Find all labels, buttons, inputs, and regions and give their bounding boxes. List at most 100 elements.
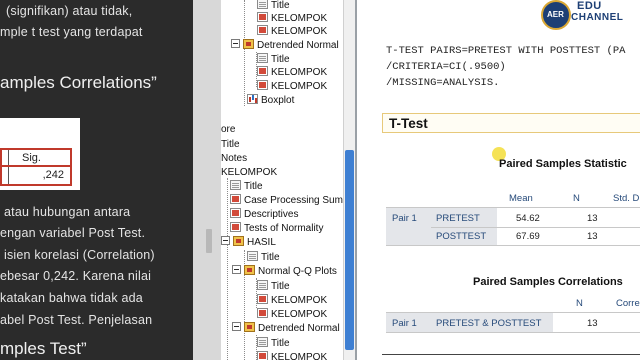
tree-item[interactable]: Detrended Normal [231,39,339,52]
article-text-line: atau hubungan antara [4,205,131,219]
syntax-line: /MISSING=ANALYSIS. [386,77,500,89]
tree-item[interactable]: Title [247,251,280,264]
tree-item[interactable]: KELOMPOK [257,294,327,307]
folder-book-icon [244,265,255,275]
folder-book-icon [233,236,244,246]
tree-item-label: Tests of Normality [244,223,324,234]
splitter-handle[interactable] [206,229,212,253]
table-icon [257,294,268,304]
table-header-row: Sig. [0,148,72,167]
n-value: 13 [587,318,598,329]
tree-item-label: Boxplot [261,95,295,106]
vertical-scrollbar[interactable] [343,0,355,360]
tree-item[interactable]: Case Processing Sum [230,194,343,207]
tree-item[interactable]: Normal Q-Q Plots [232,265,337,278]
table-icon [230,208,241,218]
row-name: PRETEST & POSTTEST [436,318,542,329]
table-icon [257,308,268,318]
article-heading: mples Test” [0,339,87,358]
sig-header: Sig. [22,152,41,164]
tree-item[interactable]: Detrended Normal [232,322,340,335]
tree-item[interactable]: KELOMPOK [257,25,327,38]
tree-item-label: Descriptives [244,209,299,220]
tree-item[interactable]: Title [230,180,263,193]
output-viewer[interactable]: AER EDU CHANNEL T-TEST PAIRS=PRETEST WIT… [355,0,640,360]
article-text-line: katakan bahwa tidak ada [0,291,143,305]
tree-item[interactable]: ore [221,123,235,136]
folder-book-icon [243,39,254,49]
collapse-toggle-icon[interactable] [221,236,230,245]
tree-item-label: KELOMPOK [271,81,328,92]
collapse-toggle-icon[interactable] [231,39,240,48]
tree-item[interactable]: KELOMPOK [221,166,277,179]
edu-channel-logo: AER EDU CHANNEL [541,0,640,30]
table-icon [257,80,268,90]
tree-item[interactable]: Title [257,53,290,66]
row-name: PRETEST [436,213,480,224]
tree-item-label: Title [221,139,240,150]
tree-item-label: Title [271,54,290,65]
tree-item[interactable]: HASIL [221,236,276,249]
article-text-line: ebesar 0,242. Karena nilai [0,269,152,283]
ttest-title: T-Test [389,116,428,131]
n-value: 13 [587,231,598,242]
pair-label: Pair 1 [392,213,417,224]
tree-item[interactable]: Tests of Normality [230,222,323,235]
table-icon [257,25,268,35]
mean-value: 54.62 [516,213,540,224]
tree-item[interactable]: Boxplot [247,94,294,107]
article-text-line: engan variabel Post Test. [0,226,146,240]
folder-book-icon [244,322,255,332]
tree-item[interactable]: KELOMPOK [257,351,327,360]
tree-item[interactable]: KELOMPOK [257,308,327,321]
tree-item[interactable]: Notes [221,152,247,165]
article-table-image: Sig. ,242 [0,118,80,190]
scrollbar-thumb[interactable] [345,150,354,350]
tree-item[interactable]: Descriptives [230,208,298,221]
tree-item-label: KELOMPOK [271,13,328,24]
document-icon [257,53,268,63]
tree-item[interactable]: Title [257,280,290,293]
tree-item-label: Detrended Normal [257,40,339,51]
pane-divider[interactable] [355,0,357,360]
table-icon [230,222,241,232]
tree-item-label: KELOMPOK [271,295,328,306]
col-header-std: Std. D [613,193,640,204]
chart-icon [247,94,258,104]
ttest-heading-box[interactable]: T-Test [382,113,640,133]
syntax-line: T-TEST PAIRS=PRETEST WITH POSTTEST (PA [386,45,626,57]
document-icon [230,180,241,190]
collapse-toggle-icon[interactable] [232,265,241,274]
table-icon [257,66,268,76]
tree-item-label: Title [244,181,263,192]
logo-text: EDU [577,0,602,12]
article-heading: amples Correlations” [0,73,157,92]
tree-item-label: KELOMPOK [271,67,328,78]
article-panel: (signifikan) atau tidak, mple t test yan… [0,0,193,360]
tree-item-label: HASIL [247,237,276,248]
stats-table-title: Paired Samples Statistic [499,158,627,170]
output-outline-tree[interactable]: Title KELOMPOK KELOMPOK Detrended Normal… [221,0,343,360]
mean-value: 67.69 [516,231,540,242]
col-header-n: N [573,193,580,204]
tree-item-label: KELOMPOK [271,26,328,37]
tree-item[interactable]: Title [221,138,240,151]
table-row: ,242 [0,167,72,186]
logo-seal-icon: AER [541,0,571,30]
tree-item[interactable]: KELOMPOK [257,66,327,79]
tree-item[interactable]: Title [257,0,290,12]
n-value: 13 [587,213,598,224]
splitter-gutter[interactable] [193,0,221,360]
col-header-corr: Corre [616,298,640,309]
table-icon [230,194,241,204]
tree-item[interactable]: KELOMPOK [257,80,327,93]
article-text-line: mple t test yang terdapat [0,25,143,39]
tree-item-label: KELOMPOK [221,167,278,178]
tree-item-label: Normal Q-Q Plots [258,266,337,277]
table-icon [257,351,268,360]
tree-item[interactable]: KELOMPOK [257,12,327,25]
collapse-toggle-icon[interactable] [232,322,241,331]
tree-item[interactable]: Title [257,337,290,350]
sig-value: ,242 [42,169,64,181]
article-text-line: abel Post Test. Penjelasan [0,313,153,327]
